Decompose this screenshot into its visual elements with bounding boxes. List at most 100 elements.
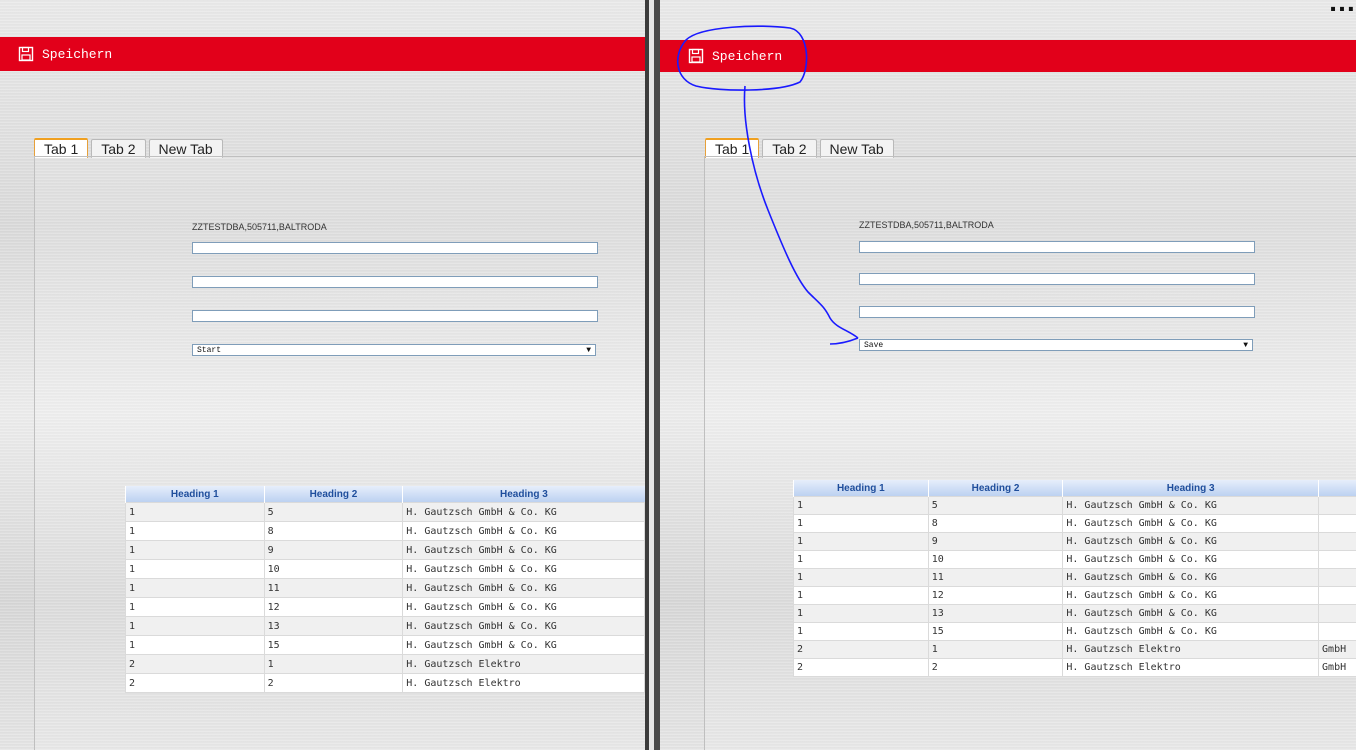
table-row[interactable]: 2 1 H. Gautzsch Elektro GmbH (793, 640, 1356, 659)
column-header[interactable]: Heading 3 (1062, 480, 1319, 497)
column-header[interactable]: Heading 2 (927, 480, 1063, 497)
table-cell: H. Gautzsch GmbH & Co. KG (1062, 514, 1320, 533)
table-cell: H. Gautzsch GmbH & Co. KG (1062, 550, 1320, 569)
table-cell: 13 (263, 616, 404, 636)
save-button[interactable]: Speichern (688, 40, 782, 72)
table-row[interactable]: 1 10 H. Gautzsch GmbH & Co. KG (125, 559, 645, 579)
table-cell: 1 (125, 502, 265, 522)
data-table: Heading 1 Heading 2 Heading 3 1 5 H. Gautz… (125, 486, 645, 693)
table-cell: 1 (125, 540, 265, 560)
save-button[interactable]: Speichern (18, 37, 112, 71)
table-cell: 1 (793, 532, 929, 551)
tab-1[interactable]: Tab 1 (705, 138, 760, 158)
action-select[interactable]: Save ▼ (859, 339, 1253, 351)
column-header[interactable] (1318, 480, 1356, 497)
table-cell: 2 (263, 673, 404, 693)
table-cell: 1 (793, 496, 929, 515)
table-row[interactable]: 2 2 H. Gautzsch Elektro GmbH (793, 658, 1356, 677)
table-row[interactable]: 1 11 H. Gautzsch GmbH & Co. KG (793, 568, 1356, 587)
table-cell (1318, 568, 1356, 587)
table-cell: H. Gautzsch GmbH & Co. KG (402, 540, 645, 560)
table-cell: H. Gautzsch GmbH & Co. KG (402, 521, 645, 541)
text-field-3[interactable] (859, 306, 1255, 318)
table-cell: 2 (927, 658, 1064, 677)
save-label: Speichern (712, 48, 783, 64)
table-cell (1318, 514, 1356, 533)
table-cell: H. Gautzsch Elektro (1062, 640, 1320, 659)
table-row[interactable]: 2 1 H. Gautzsch Elektro (125, 654, 645, 674)
table-cell: 8 (927, 514, 1064, 533)
text-field-2[interactable] (192, 276, 598, 288)
column-header[interactable]: Heading 3 (402, 486, 645, 503)
table-cell: H. Gautzsch Elektro (1062, 658, 1320, 677)
text-field-3[interactable] (192, 310, 598, 322)
table-cell: H. Gautzsch GmbH & Co. KG (402, 578, 645, 598)
table-cell: 1 (125, 616, 265, 636)
table-cell: H. Gautzsch GmbH & Co. KG (1062, 622, 1320, 641)
table-cell: 12 (263, 597, 404, 617)
table-row[interactable]: 1 12 H. Gautzsch GmbH & Co. KG (125, 597, 645, 617)
table-row[interactable]: 1 9 H. Gautzsch GmbH & Co. KG (793, 532, 1356, 551)
data-table: Heading 1 Heading 2 Heading 3 1 5 H. Gautz… (793, 480, 1356, 677)
table-cell: 2 (125, 673, 265, 693)
table-header-row: Heading 1 Heading 2 Heading 3 (793, 480, 1356, 497)
table-cell: 1 (125, 635, 265, 655)
table-cell: H. Gautzsch GmbH & Co. KG (402, 559, 645, 579)
table-row[interactable]: 1 9 H. Gautzsch GmbH & Co. KG (125, 540, 645, 560)
column-header[interactable]: Heading 1 (125, 486, 265, 503)
table-row[interactable]: 1 13 H. Gautzsch GmbH & Co. KG (793, 604, 1356, 623)
table-cell: 9 (927, 532, 1064, 551)
table-cell: 1 (263, 654, 404, 674)
save-icon (18, 46, 34, 62)
table-cell: 8 (263, 521, 404, 541)
table-cell (1318, 604, 1356, 623)
table-cell: H. Gautzsch GmbH & Co. KG (1062, 532, 1320, 551)
table-cell: 1 (793, 550, 929, 569)
right-screen-panel: … Speichern Tab 1 Tab 2 New Tab ZZTESTDB… (660, 0, 1356, 750)
table-row[interactable]: 1 11 H. Gautzsch GmbH & Co. KG (125, 578, 645, 598)
table-cell: 13 (927, 604, 1064, 623)
action-select[interactable]: Start ▼ (192, 344, 596, 356)
table-cell: 1 (125, 578, 265, 598)
tab-1[interactable]: Tab 1 (34, 138, 89, 158)
user-info-label: ZZTESTDBA,505711,BALTRODA (192, 222, 327, 232)
column-header[interactable]: Heading 2 (263, 486, 403, 503)
table-cell: H. Gautzsch Elektro (402, 654, 645, 674)
table-cell: H. Gautzsch GmbH & Co. KG (402, 597, 645, 617)
table-cell: 1 (793, 586, 929, 605)
dropdown-arrow-icon: ▼ (586, 346, 591, 355)
toolbar: Speichern (660, 40, 1356, 72)
text-field-2[interactable] (859, 273, 1255, 285)
column-header[interactable]: Heading 1 (793, 480, 929, 497)
table-row[interactable]: 1 15 H. Gautzsch GmbH & Co. KG (125, 635, 645, 655)
table-cell: 1 (927, 640, 1064, 659)
table-cell: H. Gautzsch GmbH & Co. KG (1062, 586, 1320, 605)
table-cell: H. Gautzsch GmbH & Co. KG (1062, 568, 1320, 587)
table-cell: 2 (793, 658, 929, 677)
table-cell: 10 (263, 559, 404, 579)
table-row[interactable]: 1 5 H. Gautzsch GmbH & Co. KG (125, 502, 645, 522)
table-row[interactable]: 1 15 H. Gautzsch GmbH & Co. KG (793, 622, 1356, 641)
text-field-1[interactable] (192, 242, 598, 254)
save-label: Speichern (42, 46, 113, 62)
text-field-1[interactable] (859, 241, 1255, 253)
table-row[interactable]: 1 8 H. Gautzsch GmbH & Co. KG (125, 521, 645, 541)
table-cell: GmbH (1318, 640, 1356, 659)
table-row[interactable]: 1 5 H. Gautzsch GmbH & Co. KG (793, 496, 1356, 515)
table-cell: 5 (927, 496, 1064, 515)
table-cell: H. Gautzsch GmbH & Co. KG (402, 502, 645, 522)
action-select-value: Start (197, 346, 222, 355)
table-cell: 1 (125, 521, 265, 541)
table-row[interactable]: 1 8 H. Gautzsch GmbH & Co. KG (793, 514, 1356, 533)
table-row[interactable]: 1 13 H. Gautzsch GmbH & Co. KG (125, 616, 645, 636)
table-row[interactable]: 1 12 H. Gautzsch GmbH & Co. KG (793, 586, 1356, 605)
table-cell: 11 (263, 578, 404, 598)
table-cell: 12 (927, 586, 1064, 605)
cropped-heading: … (1328, 0, 1356, 17)
table-cell: H. Gautzsch GmbH & Co. KG (1062, 604, 1320, 623)
table-row[interactable]: 1 10 H. Gautzsch GmbH & Co. KG (793, 550, 1356, 569)
table-cell: 5 (263, 502, 404, 522)
table-cell (1318, 550, 1356, 569)
table-row[interactable]: 2 2 H. Gautzsch Elektro (125, 673, 645, 693)
action-select-value: Save (864, 341, 884, 350)
